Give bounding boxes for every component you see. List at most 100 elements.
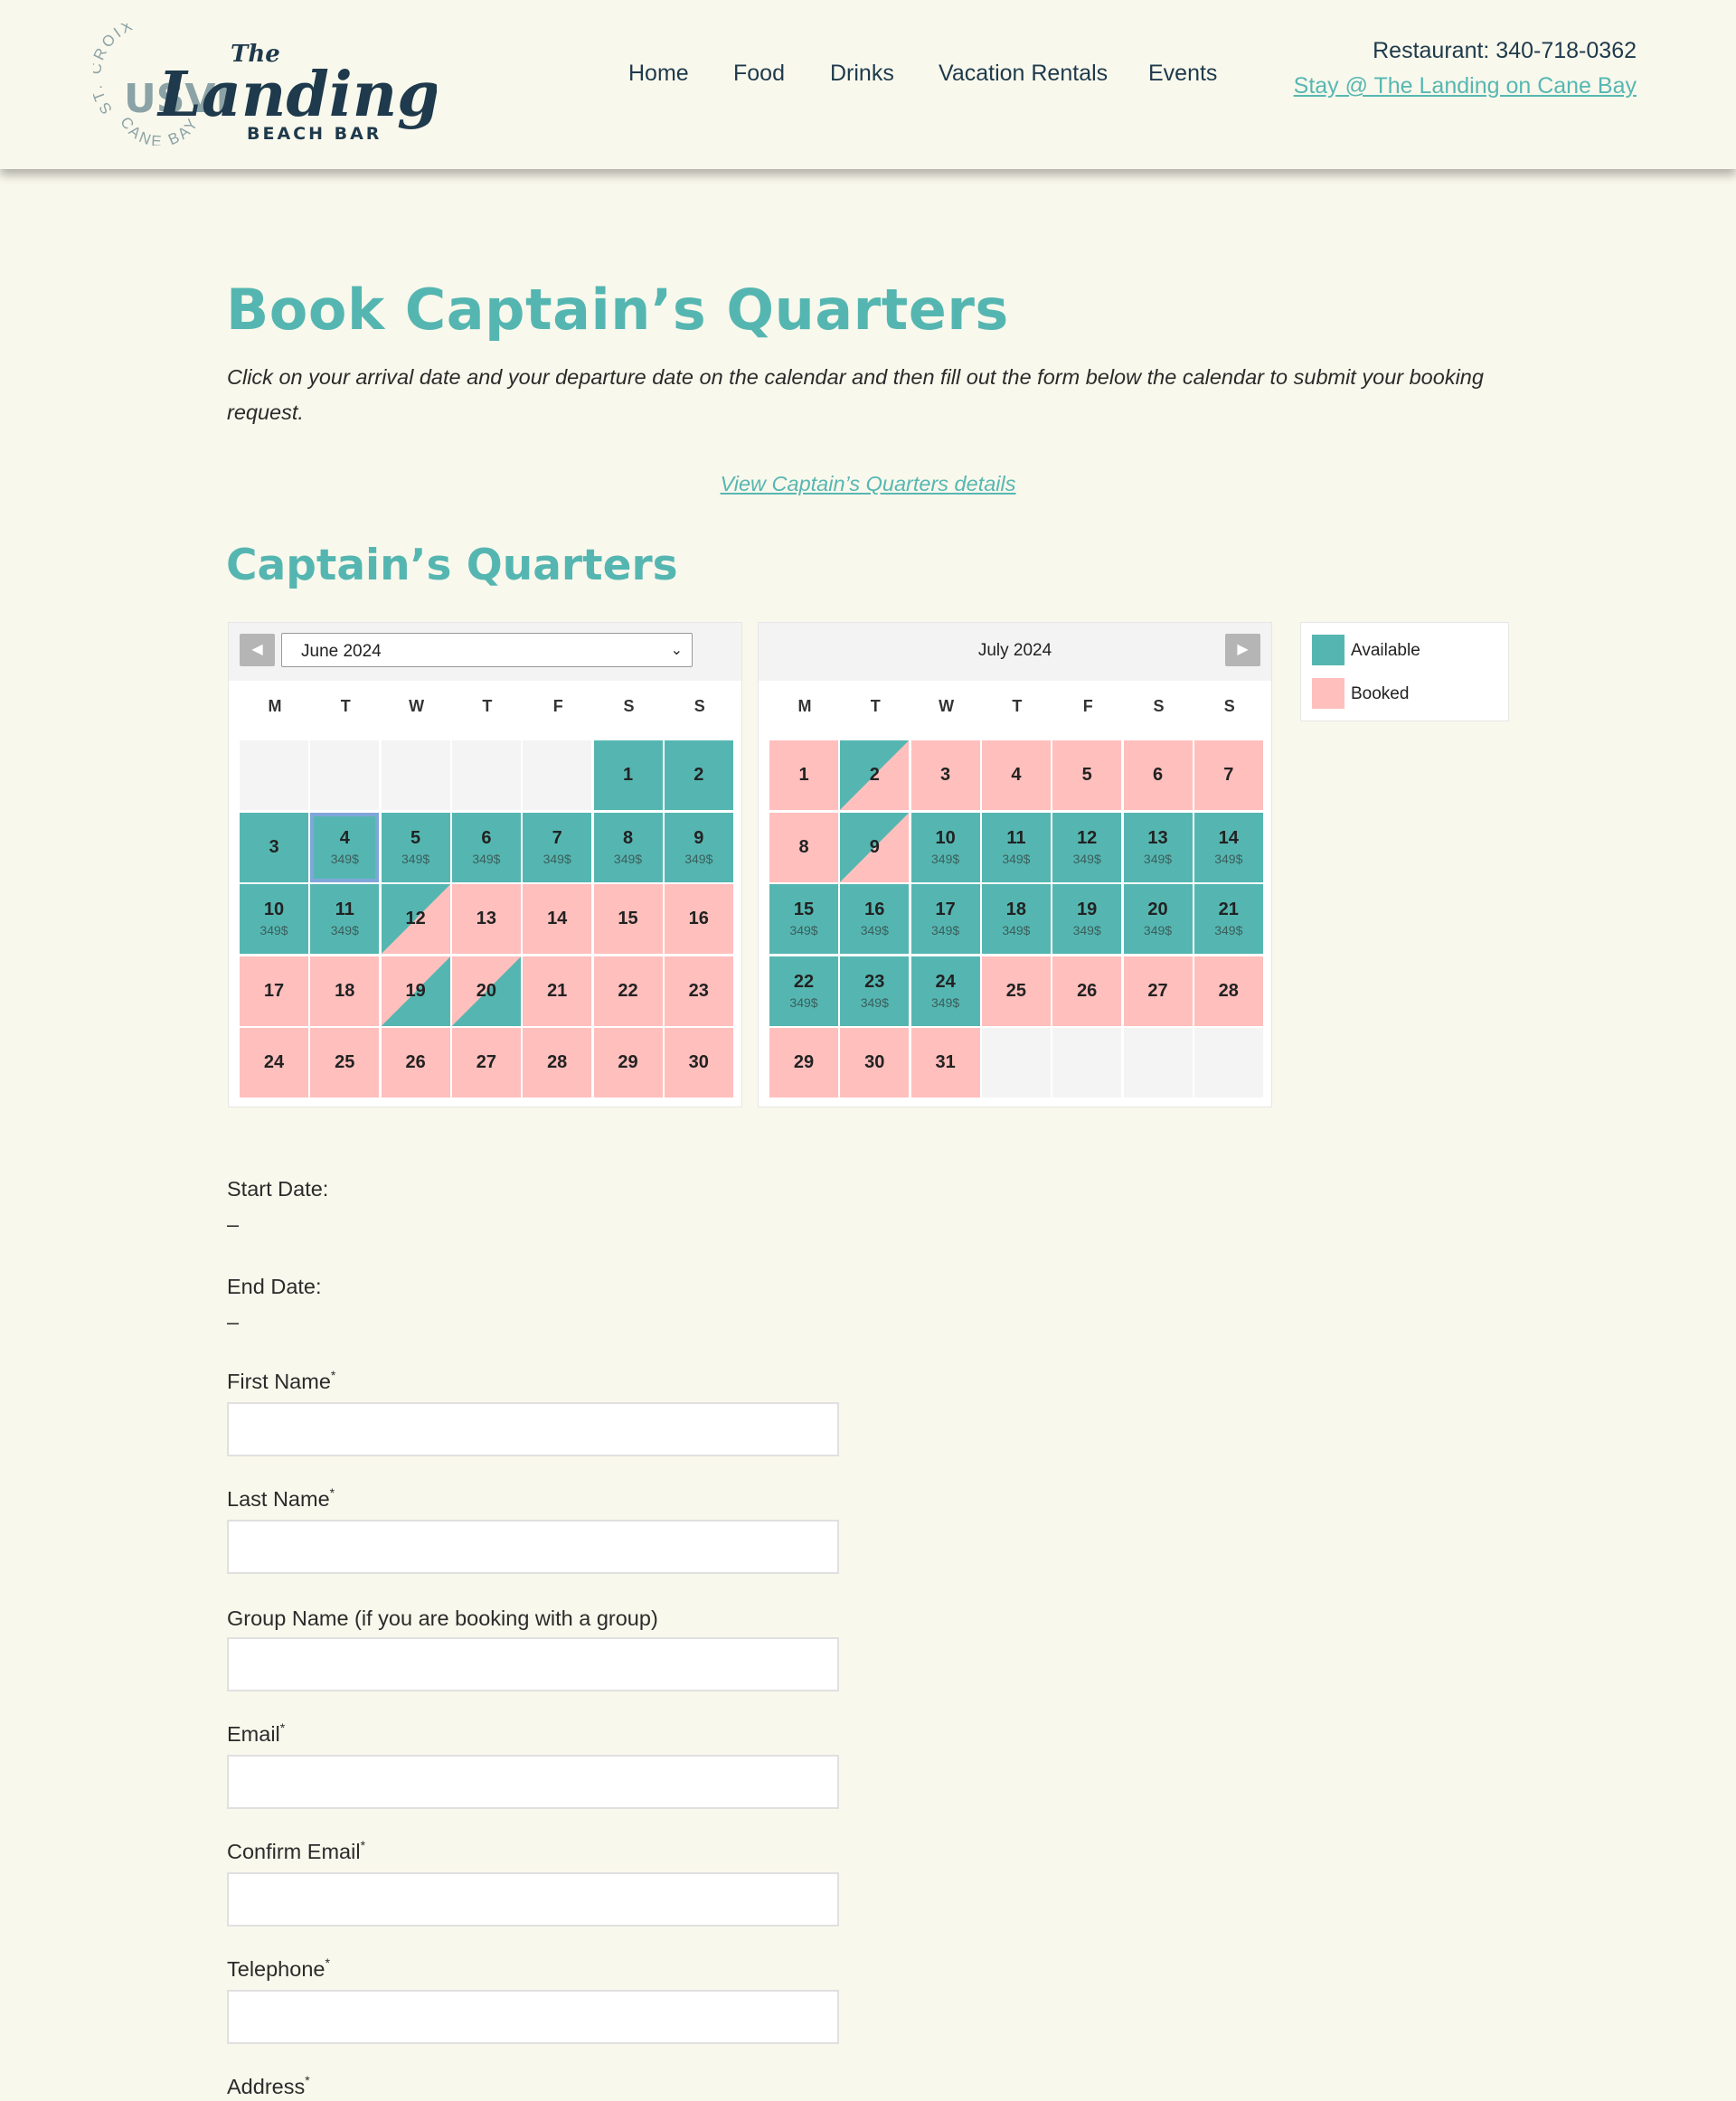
telephone-input[interactable] bbox=[227, 1990, 839, 2044]
calendar-day[interactable]: 23 349$ bbox=[840, 956, 910, 1026]
calendar-day[interactable]: 16 349$ bbox=[840, 884, 910, 954]
calendar-day[interactable]: 10 349$ bbox=[240, 884, 308, 954]
calendar-day[interactable]: 11 349$ bbox=[981, 812, 1051, 882]
calendar-day[interactable]: 12 bbox=[381, 884, 450, 954]
calendar-day[interactable]: 2 bbox=[664, 740, 733, 810]
calendar-day[interactable]: 24 bbox=[240, 1028, 308, 1098]
first-name-input[interactable] bbox=[227, 1402, 839, 1456]
calendar-day[interactable]: 29 bbox=[769, 1028, 838, 1098]
day-number: 2 bbox=[693, 765, 704, 785]
view-details-link[interactable]: View Captain’s Quarters details bbox=[0, 472, 1736, 496]
day-number: 28 bbox=[547, 1052, 568, 1072]
calendar-day[interactable]: 14 349$ bbox=[1194, 812, 1263, 882]
weekday-header: M bbox=[797, 697, 812, 715]
calendar-day[interactable]: 22 bbox=[593, 956, 663, 1026]
calendar-legend: Available Booked bbox=[1300, 622, 1509, 721]
calendar-day[interactable]: 10 349$ bbox=[910, 812, 980, 882]
month-select[interactable]: June 2024 ⌄ bbox=[281, 633, 693, 667]
confirm-email-input[interactable] bbox=[227, 1872, 839, 1927]
calendar-day[interactable]: 31 bbox=[910, 1028, 980, 1098]
calendar-day[interactable]: 7 349$ bbox=[523, 812, 592, 882]
calendar-day[interactable]: 26 bbox=[381, 1028, 450, 1098]
day-price: 349$ bbox=[684, 851, 713, 866]
calendar-day[interactable]: 15 349$ bbox=[769, 884, 838, 954]
day-number: 4 bbox=[1011, 765, 1022, 785]
calendar-day[interactable]: 18 bbox=[310, 956, 380, 1026]
calendar-day[interactable]: 25 bbox=[981, 956, 1051, 1026]
calendar-day[interactable]: 7 bbox=[1194, 740, 1263, 810]
calendar-day[interactable]: 19 bbox=[381, 956, 450, 1026]
calendar-day[interactable]: 8 349$ bbox=[593, 812, 663, 882]
calendar-day[interactable]: 17 bbox=[240, 956, 308, 1026]
day-number: 8 bbox=[622, 827, 634, 848]
calendar-day[interactable]: 24 349$ bbox=[910, 956, 980, 1026]
calendar-day[interactable]: 12 349$ bbox=[1052, 812, 1122, 882]
calendar-day[interactable]: 6 349$ bbox=[451, 812, 521, 882]
day-number: 1 bbox=[622, 765, 634, 785]
calendar-day[interactable]: 13 bbox=[451, 884, 521, 954]
calendar-day[interactable]: 26 bbox=[1052, 956, 1122, 1026]
calendar-day[interactable]: 14 bbox=[523, 884, 592, 954]
day-number: 7 bbox=[552, 827, 562, 848]
calendar-empty-cell bbox=[981, 1028, 1051, 1098]
calendar-day[interactable]: 30 bbox=[664, 1028, 733, 1098]
calendar-day[interactable]: 19 349$ bbox=[1052, 884, 1122, 954]
calendar-day[interactable]: 18 349$ bbox=[981, 884, 1051, 954]
stay-link[interactable]: Stay @ The Landing on Cane Bay bbox=[1294, 73, 1637, 99]
calendar-day[interactable]: 20 bbox=[451, 956, 521, 1026]
weekday-header: S bbox=[623, 697, 635, 715]
group-name-input[interactable] bbox=[227, 1637, 839, 1691]
calendar-day[interactable]: 4 bbox=[981, 740, 1051, 810]
landing-logo[interactable]: ST. CROIX CANE BAY USVI The Landing BEAC… bbox=[93, 24, 437, 146]
calendar-day[interactable]: 27 bbox=[451, 1028, 521, 1098]
nav-events[interactable]: Events bbox=[1148, 61, 1217, 87]
calendar-day[interactable]: 25 bbox=[310, 1028, 380, 1098]
calendar-day[interactable]: 22 349$ bbox=[769, 956, 838, 1026]
day-number: 13 bbox=[476, 909, 497, 928]
calendar-day[interactable]: 3 bbox=[910, 740, 980, 810]
end-date-value: – bbox=[227, 1310, 240, 1333]
email-input[interactable] bbox=[227, 1755, 839, 1809]
calendar-day[interactable]: 21 bbox=[523, 956, 592, 1026]
calendar-day[interactable]: 1 bbox=[593, 740, 663, 810]
calendar-day[interactable]: 9 bbox=[840, 812, 910, 882]
day-price: 349$ bbox=[1143, 923, 1173, 937]
weekday-header: W bbox=[409, 697, 425, 715]
calendar-day[interactable]: 30 bbox=[840, 1028, 910, 1098]
next-month-button[interactable]: ▶ bbox=[1225, 634, 1260, 666]
last-name-input[interactable] bbox=[227, 1520, 839, 1574]
calendar-day[interactable]: 6 bbox=[1123, 740, 1193, 810]
calendar-day[interactable]: 21 349$ bbox=[1194, 884, 1263, 954]
calendar-day[interactable]: 3 bbox=[240, 812, 308, 882]
calendar-day[interactable]: 5 349$ bbox=[381, 812, 450, 882]
calendar-day[interactable]: 5 bbox=[1052, 740, 1122, 810]
prev-month-button[interactable]: ◀ bbox=[240, 634, 275, 666]
calendar-day[interactable]: 28 bbox=[523, 1028, 592, 1098]
calendar-day[interactable]: 11 349$ bbox=[310, 884, 380, 954]
calendar-day[interactable]: 4 349$ bbox=[310, 812, 380, 882]
nav-home[interactable]: Home bbox=[628, 61, 689, 87]
calendar-day[interactable]: 16 bbox=[664, 884, 733, 954]
calendar-day[interactable]: 8 bbox=[769, 812, 838, 882]
day-number: 24 bbox=[935, 971, 956, 992]
calendar-day[interactable]: 29 bbox=[593, 1028, 663, 1098]
calendar-day[interactable]: 1 bbox=[769, 740, 838, 810]
calendar-day[interactable]: 28 bbox=[1194, 956, 1263, 1026]
day-number: 14 bbox=[547, 909, 568, 928]
calendar-day[interactable]: 2 bbox=[840, 740, 910, 810]
nav-vacation-rentals[interactable]: Vacation Rentals bbox=[939, 61, 1108, 87]
day-number: 27 bbox=[1147, 980, 1168, 1001]
calendar-day[interactable]: 23 bbox=[664, 956, 733, 1026]
calendar-day[interactable]: 9 349$ bbox=[664, 812, 733, 882]
calendar-day[interactable]: 17 349$ bbox=[910, 884, 980, 954]
day-price: 349$ bbox=[330, 923, 359, 937]
calendar-day[interactable]: 27 bbox=[1123, 956, 1193, 1026]
nav-food[interactable]: Food bbox=[733, 61, 785, 87]
calendar-day[interactable]: 15 bbox=[593, 884, 663, 954]
calendar-day[interactable]: 13 349$ bbox=[1123, 812, 1193, 882]
calendar-day[interactable]: 20 349$ bbox=[1123, 884, 1193, 954]
calendar-title: Captain’s Quarters bbox=[226, 541, 678, 590]
nav-drinks[interactable]: Drinks bbox=[830, 61, 894, 87]
restaurant-phone[interactable]: Restaurant: 340-718-0362 bbox=[1373, 38, 1637, 64]
calendar-empty-cell bbox=[1052, 1028, 1122, 1098]
